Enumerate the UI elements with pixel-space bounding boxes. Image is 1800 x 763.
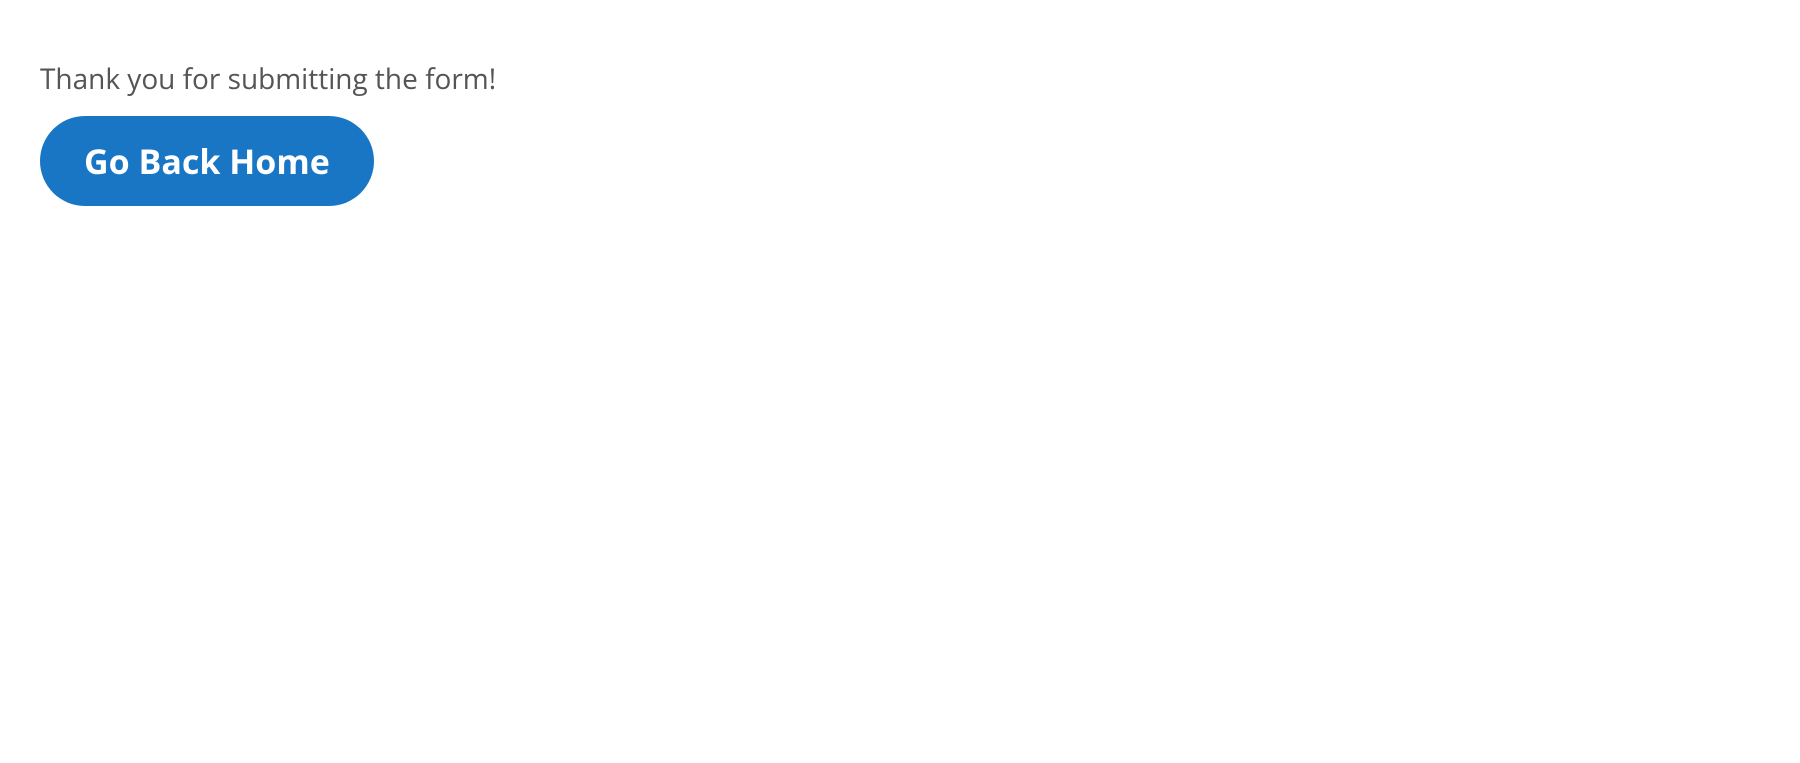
go-back-home-button[interactable]: Go Back Home [40,116,374,206]
confirmation-message: Thank you for submitting the form! [40,60,1760,98]
